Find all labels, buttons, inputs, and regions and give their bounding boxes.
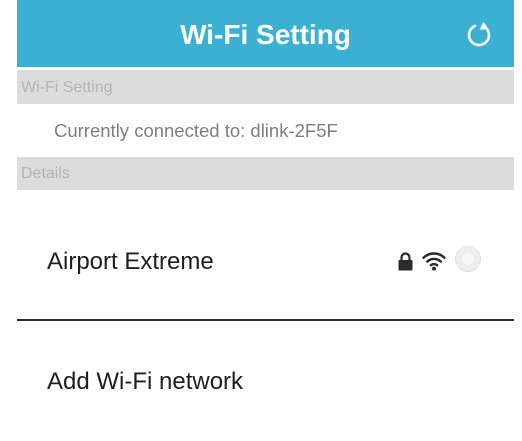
- app-header: Wi-Fi Setting: [17, 0, 514, 67]
- section-header-details: Details: [17, 157, 514, 190]
- network-select-radio[interactable]: [455, 246, 481, 272]
- refresh-button[interactable]: [461, 17, 497, 53]
- connection-status: Currently connected to: dlink-2F5F: [17, 104, 514, 157]
- page-title: Wi-Fi Setting: [180, 19, 351, 50]
- refresh-icon: [467, 21, 491, 47]
- section-header-wifi-setting: Wi-Fi Setting: [17, 70, 514, 104]
- lock-icon: [398, 252, 413, 271]
- wifi-setting-screen: Wi-Fi Setting Wi-Fi Setting Currently co…: [17, 0, 514, 441]
- wifi-signal-icon: [422, 252, 446, 271]
- add-wifi-network-label: Add Wi-Fi network: [47, 368, 244, 395]
- add-wifi-network-item[interactable]: Add Wi-Fi network: [17, 321, 514, 441]
- radio-dot: [462, 253, 474, 265]
- network-name: Airport Extreme: [47, 248, 214, 275]
- network-item[interactable]: Airport Extreme: [17, 206, 514, 319]
